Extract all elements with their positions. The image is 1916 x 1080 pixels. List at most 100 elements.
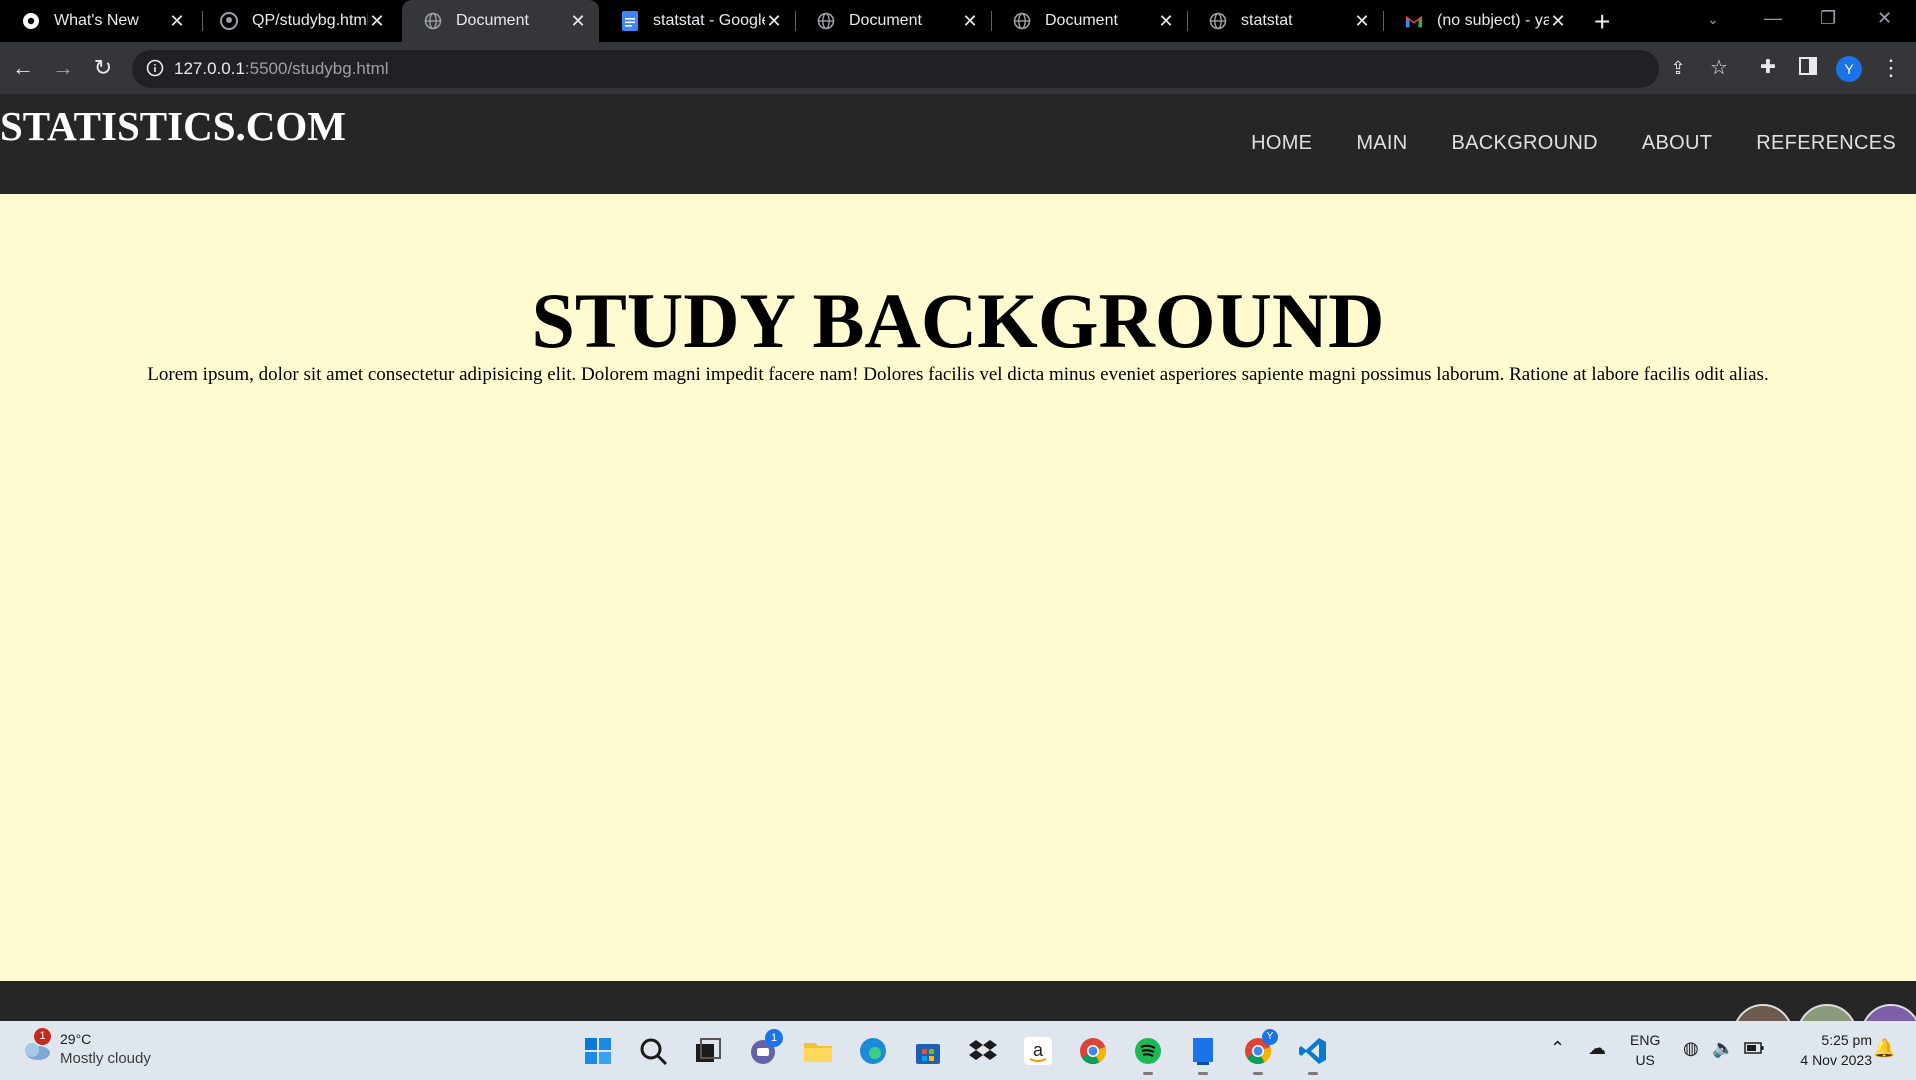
- edge-icon[interactable]: [857, 1035, 889, 1067]
- url-host: 127.0.0.1: [174, 59, 245, 78]
- running-indicator: [1253, 1072, 1263, 1075]
- close-icon[interactable]: ✕: [1353, 11, 1371, 32]
- battery-icon[interactable]: [1744, 1038, 1764, 1059]
- language-indicator[interactable]: ENG US: [1630, 1030, 1660, 1070]
- site-header: STATISTICS.COM HOME MAIN BACKGROUND ABOU…: [0, 94, 1916, 194]
- windows-taskbar: 1 29°C Mostly cloudy 1 a Y ⌃ ☁ ENG US ◍ …: [0, 1021, 1916, 1080]
- side-panel-icon[interactable]: [1795, 56, 1821, 80]
- close-icon[interactable]: ✕: [168, 11, 186, 32]
- url-path: :5500/studybg.html: [244, 59, 389, 78]
- clock-time: 5:25 pm: [1821, 1032, 1872, 1048]
- tab-document-active[interactable]: Document ✕: [402, 0, 599, 42]
- main-nav: HOME MAIN BACKGROUND ABOUT REFERENCES: [1251, 132, 1896, 155]
- notifications-icon[interactable]: 🔔: [1873, 1038, 1895, 1059]
- address-bar[interactable]: 127.0.0.1:5500/studybg.html: [132, 50, 1659, 88]
- site-info-icon[interactable]: [146, 59, 164, 77]
- region-code: US: [1635, 1052, 1655, 1068]
- nav-home[interactable]: HOME: [1251, 132, 1312, 155]
- site-logo[interactable]: STATISTICS.COM: [0, 102, 346, 150]
- weather-temperature[interactable]: 29°C: [60, 1031, 91, 1047]
- close-icon[interactable]: ✕: [368, 11, 386, 32]
- tab-whats-new[interactable]: What's New ✕: [0, 0, 198, 42]
- clock-date: 4 Nov 2023: [1800, 1052, 1872, 1068]
- nav-references[interactable]: REFERENCES: [1756, 132, 1896, 155]
- svg-text:a: a: [1033, 1040, 1044, 1060]
- vscode-icon[interactable]: [1297, 1035, 1329, 1067]
- nav-about[interactable]: ABOUT: [1642, 132, 1712, 155]
- close-icon[interactable]: ✕: [961, 11, 979, 32]
- browser-toolbar: ← → ↻ 127.0.0.1:5500/studybg.html ⇪ ☆ ✚ …: [0, 42, 1916, 94]
- chrome-profile-badge: Y: [1262, 1029, 1278, 1045]
- tab-title: What's New: [54, 12, 139, 29]
- spotify-icon[interactable]: [1132, 1035, 1164, 1067]
- tab-title: Document: [849, 12, 922, 29]
- search-icon[interactable]: [637, 1035, 669, 1067]
- intro-paragraph: Lorem ipsum, dolor sit amet consectetur …: [147, 364, 1769, 385]
- tab-title: Document: [456, 12, 529, 29]
- language-code: ENG: [1630, 1032, 1661, 1048]
- url-text[interactable]: 127.0.0.1:5500/studybg.html: [174, 59, 389, 79]
- browser-tab-strip: What's New ✕ QP/studybg.html ✕ Document …: [0, 0, 1916, 42]
- forward-icon[interactable]: →: [50, 56, 76, 80]
- running-indicator: [1198, 1072, 1208, 1075]
- file-explorer-icon[interactable]: [802, 1035, 834, 1067]
- new-tab-button[interactable]: +: [1594, 6, 1610, 38]
- tab-github[interactable]: QP/studybg.html ✕: [198, 0, 398, 42]
- gmail-icon: [1405, 12, 1423, 30]
- tab-search-icon[interactable]: ⌄: [1707, 11, 1719, 28]
- tab-statstat[interactable]: statstat ✕: [1187, 0, 1383, 42]
- close-icon[interactable]: ✕: [765, 11, 783, 32]
- globe-icon: [424, 12, 442, 30]
- reload-icon[interactable]: ↻: [90, 56, 116, 80]
- volume-icon[interactable]: 🔈: [1712, 1038, 1734, 1059]
- extensions-icon[interactable]: ✚: [1755, 56, 1781, 80]
- microsoft-store-icon[interactable]: [912, 1035, 944, 1067]
- tab-gmail[interactable]: (no subject) - ya ✕: [1383, 0, 1579, 42]
- tab-title: Document: [1045, 12, 1118, 29]
- tab-google-docs[interactable]: statstat - Google ✕: [599, 0, 795, 42]
- start-icon[interactable]: [582, 1035, 614, 1067]
- close-icon[interactable]: ✕: [1157, 11, 1175, 32]
- bookmark-star-icon[interactable]: ☆: [1706, 56, 1732, 80]
- nav-background[interactable]: BACKGROUND: [1452, 132, 1598, 155]
- app-icon[interactable]: [1187, 1035, 1219, 1067]
- share-icon[interactable]: ⇪: [1665, 56, 1691, 80]
- main-content: STUDY BACKGROUND Lorem ipsum, dolor sit …: [0, 194, 1916, 981]
- tab-document[interactable]: Document ✕: [991, 0, 1187, 42]
- close-window-icon[interactable]: ✕: [1877, 8, 1892, 29]
- tab-title: statstat - Google: [653, 12, 765, 29]
- tab-title: (no subject) - ya: [1437, 12, 1549, 29]
- chevron-up-icon[interactable]: ⌃: [1550, 1038, 1565, 1059]
- tab-title: statstat: [1241, 12, 1293, 29]
- amazon-icon[interactable]: a: [1022, 1035, 1054, 1067]
- profile-avatar[interactable]: Y: [1836, 56, 1862, 82]
- dropbox-icon[interactable]: [967, 1035, 999, 1067]
- back-icon[interactable]: ←: [10, 56, 36, 80]
- globe-icon: [1013, 12, 1031, 30]
- tab-title: QP/studybg.html: [252, 12, 368, 29]
- menu-dots-icon[interactable]: ⋮: [1878, 56, 1904, 80]
- teams-badge: 1: [765, 1029, 783, 1047]
- task-view-icon[interactable]: [692, 1035, 724, 1067]
- close-icon[interactable]: ✕: [1549, 11, 1567, 32]
- running-indicator: [1308, 1072, 1318, 1075]
- nav-main[interactable]: MAIN: [1356, 132, 1407, 155]
- globe-icon: [817, 12, 835, 30]
- system-clock[interactable]: 5:25 pm 4 Nov 2023: [1800, 1030, 1872, 1070]
- google-docs-icon: [621, 11, 639, 31]
- weather-description[interactable]: Mostly cloudy: [60, 1050, 151, 1067]
- globe-icon: [1209, 12, 1227, 30]
- minimize-icon[interactable]: —: [1764, 8, 1782, 29]
- network-icon[interactable]: ◍: [1683, 1038, 1699, 1059]
- page-title: STUDY BACKGROUND: [531, 277, 1385, 364]
- chrome-icon: [22, 12, 40, 30]
- running-indicator: [1143, 1072, 1153, 1075]
- tab-document[interactable]: Document ✕: [795, 0, 991, 42]
- chrome-icon[interactable]: [1077, 1035, 1109, 1067]
- site-footer: [0, 981, 1916, 1021]
- onedrive-icon[interactable]: ☁: [1588, 1038, 1606, 1059]
- close-icon[interactable]: ✕: [569, 11, 587, 32]
- weather-badge: 1: [34, 1028, 51, 1045]
- github-icon: [220, 12, 238, 30]
- restore-icon[interactable]: ❐: [1820, 8, 1836, 29]
